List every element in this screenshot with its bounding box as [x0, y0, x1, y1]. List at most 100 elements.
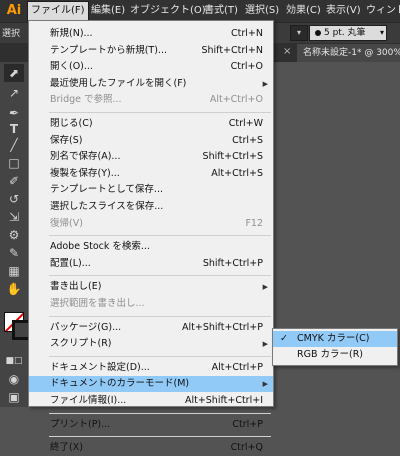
menu-item-label: 複製を保存(Y)...	[50, 167, 120, 179]
menu-item-label: 復帰(V)	[50, 217, 83, 229]
menu-item-shortcut: Alt+Ctrl+P	[211, 361, 263, 373]
round-brush-icon	[315, 30, 321, 36]
menu-item-label: 選択したスライスを保存...	[50, 201, 164, 212]
stroke-profile-dropdown[interactable]: ▾	[290, 25, 308, 41]
menu-item-shortcut: Ctrl+N	[231, 28, 263, 39]
rotate-tool-icon[interactable]: ↺	[4, 190, 24, 208]
color-mode-label: CMYK カラー(C)	[297, 333, 370, 344]
tools-panel: ⬈ ↗ ✒ T ╱ □ ✐ ↺ ⇲ ⚙ ✎ ▦ ✋ ■□ ◉ ▣	[0, 62, 32, 407]
menu-item-label: ドキュメントのカラーモード(M)	[50, 378, 190, 390]
file-menu-item: Bridge で参照... Alt+Ctrl+O	[29, 92, 273, 108]
file-menu-item[interactable]: プリント(P)... Ctrl+P	[29, 417, 273, 433]
screen-mode-icon[interactable]: ▣	[4, 388, 24, 406]
color-mode-option[interactable]: ✓ CMYK カラー(C)	[273, 331, 397, 347]
file-menu-item[interactable]: 閉じる(C) Ctrl+W	[29, 116, 273, 132]
hand-tool-icon[interactable]: ✋	[4, 280, 24, 298]
menu-separator	[49, 275, 271, 277]
menu-separator	[49, 315, 271, 317]
menu-item-label: パッケージ(G)...	[50, 321, 122, 333]
file-menu-item[interactable]: 新規(N)... Ctrl+N	[29, 26, 273, 42]
file-menu-item[interactable]: パッケージ(G)... Alt+Shift+Ctrl+P	[29, 320, 273, 336]
file-menu-item[interactable]: 終了(X) Ctrl+Q	[29, 440, 273, 456]
menu-view[interactable]: 表示(V)	[323, 2, 364, 20]
close-icon[interactable]: ×	[283, 46, 291, 57]
file-menu-item[interactable]: 複製を保存(Y)... Alt+Ctrl+S	[29, 166, 273, 182]
menu-item-shortcut: Shift+Ctrl+P	[202, 257, 263, 269]
menu-item-label: Adobe Stock を検索...	[50, 241, 150, 253]
document-tab[interactable]: 名称未設定-1* @ 300% (CI	[297, 44, 400, 62]
file-menu-item[interactable]: ドキュメントのカラーモード(M) ▶	[29, 376, 273, 393]
menu-item-label: 新規(N)...	[50, 28, 93, 39]
menu-object[interactable]: オブジェクト(O)	[127, 2, 209, 20]
file-menu-item[interactable]: テンプレートから新規(T)... Shift+Ctrl+N	[29, 43, 273, 59]
menu-item-shortcut: Shift+Ctrl+S	[202, 151, 263, 163]
color-mode-option[interactable]: RGB カラー(R)	[273, 347, 397, 363]
selection-tool-icon[interactable]: ⬈	[4, 64, 24, 82]
file-menu-item[interactable]: 別名で保存(A)... Shift+Ctrl+S	[29, 149, 273, 165]
rectangle-tool-icon[interactable]: □	[4, 154, 24, 172]
drawing-mode-icon[interactable]: ◉	[4, 370, 24, 388]
color-mode-icon[interactable]: ■□	[4, 352, 24, 370]
menu-item-label: プリント(P)...	[50, 418, 111, 430]
menu-item-label: 終了(X)	[50, 442, 83, 454]
menu-item-label: テンプレートから新規(T)...	[50, 44, 167, 56]
color-mode-label: RGB カラー(R)	[297, 349, 364, 360]
menu-item-shortcut: Ctrl+Q	[230, 442, 263, 454]
menu-item-label: 配置(L)...	[50, 257, 91, 269]
menu-separator	[49, 412, 271, 414]
direct-selection-tool-icon[interactable]: ↗	[4, 84, 24, 102]
file-menu-item[interactable]: 保存(S) Ctrl+S	[29, 133, 273, 149]
menu-edit[interactable]: 編集(E)	[88, 2, 128, 20]
menu-window[interactable]: ウィンド	[363, 2, 400, 20]
file-menu-item: 復帰(V) F12	[29, 216, 273, 232]
menu-separator	[49, 235, 271, 237]
file-menu-item[interactable]: 最近使用したファイルを開く(F) ▶	[29, 76, 273, 92]
menu-type[interactable]: 書式(T)	[201, 2, 241, 20]
menu-select[interactable]: 選択(S)	[242, 2, 282, 20]
menu-item-label: スクリプト(R)	[50, 338, 112, 350]
file-menu-item[interactable]: テンプレートとして保存...	[29, 182, 273, 198]
menu-item-shortcut: F12	[245, 217, 263, 229]
menu-item-label: ドキュメント設定(D)...	[50, 361, 150, 373]
menubar: Ai ファイル(F) 編集(E) オブジェクト(O) 書式(T) 選択(S) 効…	[0, 0, 400, 22]
chevron-right-icon: ▶	[262, 283, 268, 292]
chevron-right-icon: ▶	[262, 79, 268, 88]
menu-item-shortcut: Shift+Ctrl+N	[201, 44, 263, 56]
menu-separator	[49, 436, 271, 438]
file-menu-item[interactable]: 開く(O)... Ctrl+O	[29, 59, 273, 75]
paintbrush-tool-icon[interactable]: ✐	[4, 172, 24, 190]
menu-item-label: 書き出し(E)	[50, 281, 102, 293]
file-menu-item: 選択範囲を書き出し...	[29, 296, 273, 312]
chevron-down-icon: ▾	[379, 28, 384, 37]
menu-item-label: 別名で保存(A)...	[50, 151, 121, 163]
menu-item-shortcut: Alt+Shift+Ctrl+P	[182, 321, 263, 333]
illustrator-logo: Ai	[6, 3, 22, 18]
file-menu-item[interactable]: 配置(L)... Shift+Ctrl+P	[29, 256, 273, 272]
file-menu: 新規(N)... Ctrl+N テンプレートから新規(T)... Shift+Ctrl…	[28, 20, 274, 453]
file-menu-item[interactable]: ドキュメント設定(D)... Alt+Ctrl+P	[29, 360, 273, 376]
menu-item-label: 閉じる(C)	[50, 118, 93, 129]
brush-definition-dropdown[interactable]: 5 pt. 丸筆 ▾	[309, 25, 387, 41]
menu-item-shortcut: Ctrl+W	[228, 118, 263, 129]
eyedropper-tool-icon[interactable]: ✎	[4, 244, 24, 262]
color-mode-submenu: ✓ CMYK カラー(C) RGB カラー(R)	[272, 328, 398, 366]
menu-item-shortcut: Ctrl+P	[232, 418, 263, 430]
chevron-right-icon: ▶	[262, 380, 268, 389]
scale-tool-icon[interactable]: ⇲	[4, 208, 24, 226]
width-tool-icon[interactable]: ⚙	[4, 226, 24, 244]
menu-file[interactable]: ファイル(F)	[27, 1, 89, 21]
file-menu-item[interactable]: Adobe Stock を検索...	[29, 239, 273, 255]
menu-item-shortcut: Alt+Ctrl+O	[209, 94, 263, 106]
file-menu-item[interactable]: 書き出し(E) ▶	[29, 279, 273, 295]
menu-item-shortcut: Ctrl+O	[230, 61, 263, 73]
line-tool-icon[interactable]: ╱	[4, 136, 24, 154]
file-menu-item[interactable]: スクリプト(R) ▶	[29, 336, 273, 352]
menu-item-label: 選択範囲を書き出し...	[50, 298, 145, 309]
menu-item-shortcut: Alt+Ctrl+S	[211, 167, 263, 179]
chevron-down-icon: ▾	[296, 28, 301, 37]
brush-value: 5 pt. 丸筆	[324, 28, 366, 38]
menu-separator	[49, 355, 271, 357]
file-menu-item[interactable]: 選択したスライスを保存...	[29, 199, 273, 215]
menu-effect[interactable]: 効果(C)	[283, 2, 324, 20]
gradient-tool-icon[interactable]: ▦	[4, 262, 24, 280]
